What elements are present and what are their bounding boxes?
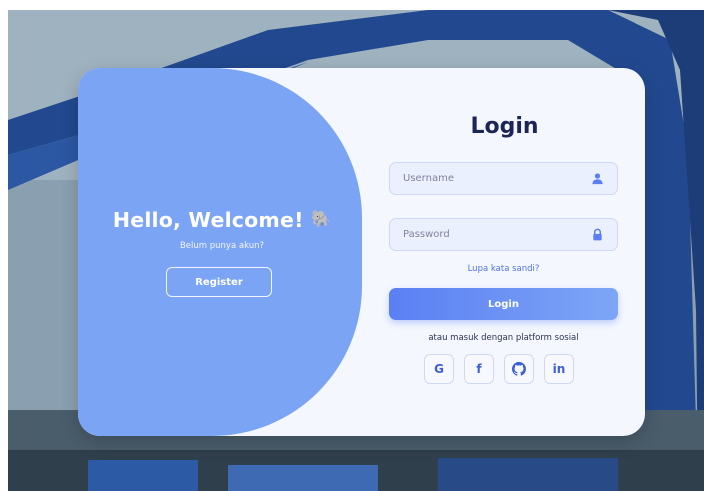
- username-field[interactable]: [389, 162, 618, 195]
- welcome-panel: [78, 68, 362, 436]
- facebook-icon: f: [476, 362, 482, 376]
- no-account-text: Belum punya akun?: [179, 241, 265, 251]
- github-login-button[interactable]: [504, 354, 534, 384]
- password-field[interactable]: [389, 218, 618, 251]
- lock-icon: [593, 228, 602, 241]
- social-login-buttons: G f in: [424, 354, 574, 386]
- linkedin-icon: in: [552, 362, 566, 376]
- register-button[interactable]: Register: [166, 267, 272, 297]
- page-title: Login: [470, 114, 539, 139]
- login-card: Hello, Welcome! 🐘 Belum punya akun? Regi…: [78, 68, 645, 436]
- username-input[interactable]: [390, 163, 586, 194]
- login-button[interactable]: Login: [389, 288, 618, 320]
- google-icon: G: [434, 362, 444, 376]
- google-login-button[interactable]: G: [424, 354, 454, 384]
- welcome-heading: Hello, Welcome! 🐘: [78, 208, 366, 232]
- welcome-title: Hello, Welcome!: [112, 208, 304, 232]
- password-input[interactable]: [390, 219, 586, 250]
- user-icon: [592, 173, 603, 185]
- social-login-text: atau masuk dengan platform sosial: [428, 333, 579, 343]
- github-icon: [512, 362, 526, 376]
- linkedin-login-button[interactable]: in: [544, 354, 574, 384]
- facebook-login-button[interactable]: f: [464, 354, 494, 384]
- forgot-password-link[interactable]: Lupa kata sandi?: [389, 264, 618, 274]
- page: Hello, Welcome! 🐘 Belum punya akun? Regi…: [0, 0, 704, 491]
- elephant-icon: 🐘: [311, 209, 332, 228]
